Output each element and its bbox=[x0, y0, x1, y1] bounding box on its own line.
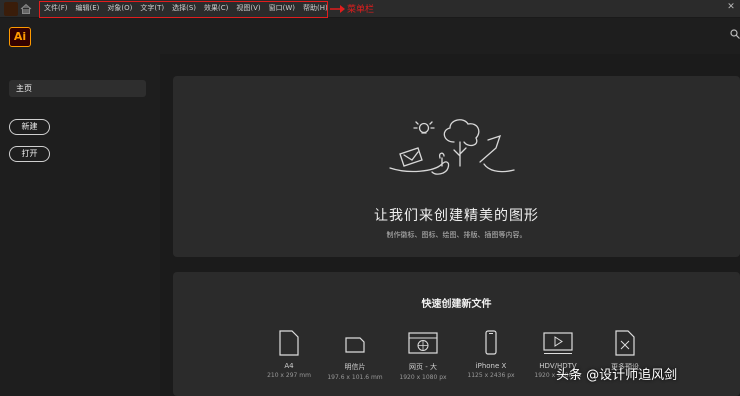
title-bar: 文件(F) 编辑(E) 对象(O) 文字(T) 选择(S) 效果(C) 视图(V… bbox=[0, 0, 740, 18]
search-icon[interactable] bbox=[730, 29, 740, 39]
ai-logo: Ai bbox=[9, 27, 31, 47]
open-button[interactable]: 打开 bbox=[9, 146, 50, 162]
watermark: 头条 @设计师追风剑 bbox=[556, 368, 678, 383]
hero-title: 让我们来创建精美的图形 bbox=[374, 208, 539, 224]
preset-size: 1125 x 2436 px bbox=[467, 372, 515, 379]
document-icon bbox=[279, 330, 299, 356]
home-icon[interactable] bbox=[20, 3, 32, 15]
app-header bbox=[0, 18, 740, 54]
preset-size: 1920 x 1080 px bbox=[399, 374, 447, 381]
annotation-box bbox=[39, 1, 328, 18]
preset-name: A4 bbox=[284, 362, 294, 370]
sidebar-item-home[interactable]: 主页 bbox=[9, 80, 146, 97]
preset-postcard[interactable]: 明信片 197.6 x 101.6 mm bbox=[320, 330, 390, 381]
preset-name: 网页 - 大 bbox=[409, 363, 437, 371]
phone-icon bbox=[485, 330, 497, 355]
close-icon[interactable]: ✕ bbox=[724, 2, 738, 15]
new-button[interactable]: 新建 bbox=[9, 119, 50, 135]
preset-size: 197.6 x 101.6 mm bbox=[327, 374, 383, 381]
browser-icon bbox=[408, 332, 438, 354]
preset-name: iPhone X bbox=[475, 362, 507, 370]
preset-size: 210 x 297 mm bbox=[267, 372, 311, 379]
sidebar bbox=[0, 54, 160, 396]
postcard-icon bbox=[345, 337, 365, 353]
preset-iphone-x[interactable]: iPhone X 1125 x 2436 px bbox=[456, 330, 526, 379]
annotation-label: 菜单栏 bbox=[347, 5, 375, 15]
annotation-arrow bbox=[330, 5, 345, 13]
preset-name: 明信片 bbox=[344, 363, 366, 371]
preset-web-large[interactable]: 网页 - 大 1920 x 1080 px bbox=[388, 330, 458, 381]
hero-illustration bbox=[389, 119, 515, 175]
more-presets-icon bbox=[615, 330, 635, 356]
quick-create-title: 快速创建新文件 bbox=[421, 299, 492, 310]
preset-a4[interactable]: A4 210 x 297 mm bbox=[254, 330, 324, 379]
hero-subtitle: 制作徽标、图标、绘图、排版、插图等内容。 bbox=[386, 231, 527, 239]
video-icon bbox=[543, 332, 573, 354]
app-icon bbox=[4, 2, 18, 16]
